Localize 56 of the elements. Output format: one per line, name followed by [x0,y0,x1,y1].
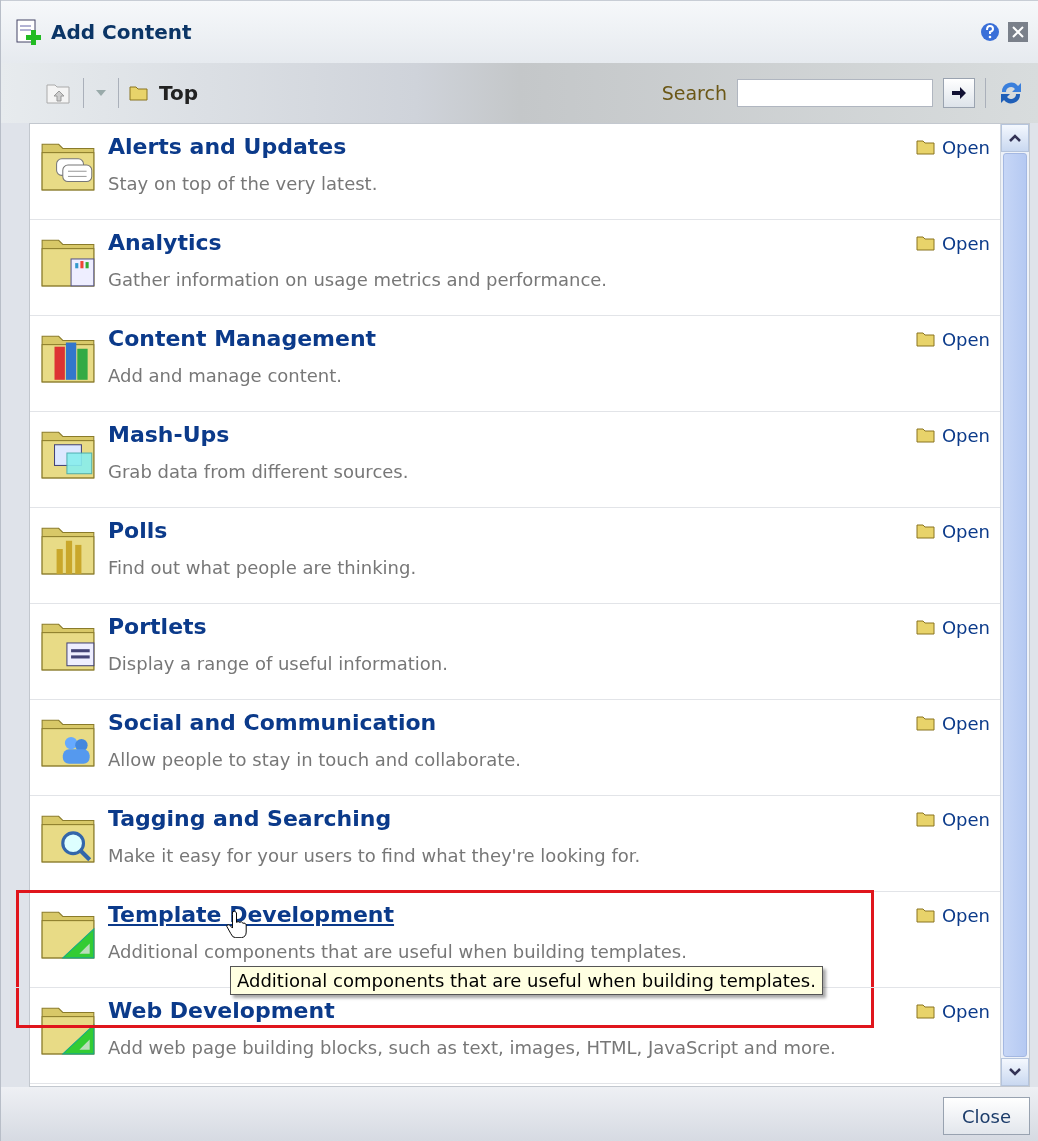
add-document-icon [15,18,43,46]
open-link[interactable]: Open [915,518,990,544]
item-description: Add and manage content. [108,365,343,386]
tooltip: Additional components that are useful when building templates. [230,966,823,995]
breadcrumb-label[interactable]: Top [159,81,199,105]
item-title-link[interactable]: Web Development [108,998,335,1023]
help-icon[interactable] [980,22,1000,42]
item-title-link[interactable]: Polls [108,518,168,543]
folder-icon [915,427,936,443]
item-title-link[interactable]: Mash-Ups [108,422,230,447]
folder-icon [915,235,936,251]
search-field[interactable] [737,79,933,107]
scrollbar-thumb[interactable] [1003,153,1027,1057]
open-link[interactable]: Open [915,134,990,160]
item-title-link[interactable]: Analytics [108,230,222,255]
item-title-link[interactable]: Content Management [108,326,377,351]
item-title-link[interactable]: Social and Communication [108,710,437,735]
open-link[interactable]: Open [915,326,990,352]
open-link[interactable]: Open [915,902,990,928]
folder-icon [915,619,936,635]
chevron-up-icon [1008,133,1022,143]
folder-icon [915,715,936,731]
open-link[interactable]: Open [915,710,990,736]
item-description: Gather information on usage metrics and performance. [108,269,608,290]
folder-icon [915,523,936,539]
open-link[interactable]: Open [915,806,990,832]
folder-icon [915,1003,936,1019]
search-label: Search [661,82,727,104]
item-title-link[interactable]: Alerts and Updates [108,134,347,159]
close-icon[interactable] [1008,22,1028,42]
folder-icon [915,811,936,827]
open-link[interactable]: Open [915,998,990,1024]
folder-icon [915,331,936,347]
item-description: Add web page building blocks, such as text, images, HTML, JavaScript and more. [108,1037,836,1058]
item-description: Additional components that are useful when building templates. [108,941,687,962]
folder-icon [129,85,149,101]
scroll-up-button[interactable] [1001,124,1029,152]
chevron-down-icon [1008,1067,1022,1077]
item-title-link[interactable]: Portlets [108,614,207,639]
item-description: Grab data from different sources. [108,461,409,482]
item-description: Stay on top of the very latest. [108,173,378,194]
search-go-button[interactable] [943,78,975,108]
item-description: Make it easy for your users to find what they're looking for. [108,845,641,866]
open-link[interactable]: Open [915,230,990,256]
item-description: Allow people to stay in touch and collaborate. [108,749,522,770]
folder-icon [915,139,936,155]
scroll-down-button[interactable] [1001,1058,1029,1086]
item-description: Find out what people are thinking. [108,557,417,578]
open-link[interactable]: Open [915,614,990,640]
open-link[interactable]: Open [915,422,990,448]
close-button[interactable]: Close [942,1097,1030,1135]
arrow-icon [951,86,967,100]
item-description: Display a range of useful information. [108,653,448,674]
item-title-link[interactable]: Tagging and Searching [108,806,392,831]
folder-icon [915,907,936,923]
dialog-title: Add Content [51,20,193,44]
